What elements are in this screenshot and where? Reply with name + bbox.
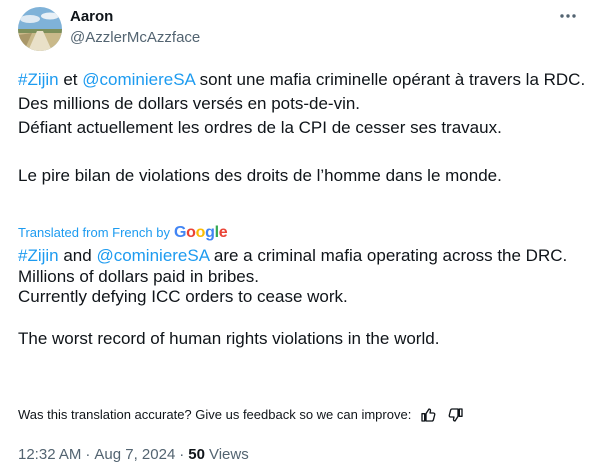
author-handle[interactable]: @AzzlerMcAzzface [70,29,200,47]
tweet-date[interactable]: Aug 7, 2024 [94,446,175,464]
hashtag-link[interactable]: #Zijin [18,70,59,89]
tweet-meta: 12:32 AM · Aug 7, 2024 · 50 Views [18,446,249,464]
original-line-1-mid: et [58,70,83,89]
tweet-time[interactable]: 12:32 AM [18,446,81,464]
original-line-1: #Zijin et @cominiereSA sont une mafia cr… [18,68,588,92]
avatar[interactable] [18,7,62,51]
thumbs-down-button[interactable] [445,405,467,425]
translated-line-1-mid: and [58,246,97,265]
translation-attribution[interactable]: Translated from French by Google [18,224,228,242]
feedback-prompt: Was this translation accurate? Give us f… [18,407,412,422]
original-tweet-text: #Zijin et @cominiereSA sont une mafia cr… [18,68,588,188]
translation-feedback: Was this translation accurate? Give us f… [18,405,467,425]
original-line-2: Des millions de dollars versés en pots-d… [18,94,361,113]
original-line-1-rest: sont une mafia criminelle opérant à trav… [194,70,586,89]
thumbs-up-icon [421,408,436,422]
mention-link[interactable]: @cominiereSA [82,70,195,89]
google-logo: Google [173,224,228,241]
views-label: Views [208,446,249,463]
original-line-4: Le pire bilan de violations des droits d… [18,166,502,185]
translation-label: Translated from French by [18,225,170,240]
thumbs-up-button[interactable] [417,405,439,425]
translated-line-1-rest: are a criminal mafia operating across th… [209,246,568,265]
views-count: 50 [188,446,205,463]
more-horizontal-icon [560,14,576,18]
translated-line-4: The worst record of human rights violati… [18,328,440,348]
landscape-road-avatar-image [18,7,62,51]
meta-separator: · [179,446,185,463]
thumbs-down-icon [448,408,463,422]
more-options-button[interactable] [554,7,582,25]
original-line-3: Défiant actuellement les ordres de la CP… [18,118,502,137]
meta-separator: · [85,446,91,463]
author-name[interactable]: Aaron [70,8,113,26]
translated-tweet-text: #Zijin and @cominiereSA are a criminal m… [18,246,588,349]
tweet: Aaron @AzzlerMcAzzface #Zijin et @comini… [0,0,598,474]
mention-link-translated[interactable]: @cominiereSA [96,246,209,265]
translated-line-3: Currently defying ICC orders to cease wo… [18,287,348,306]
translated-line-1: #Zijin and @cominiereSA are a criminal m… [18,246,588,267]
translated-line-2: Millions of dollars paid in bribes. [18,266,259,286]
hashtag-link-translated[interactable]: #Zijin [18,246,59,265]
